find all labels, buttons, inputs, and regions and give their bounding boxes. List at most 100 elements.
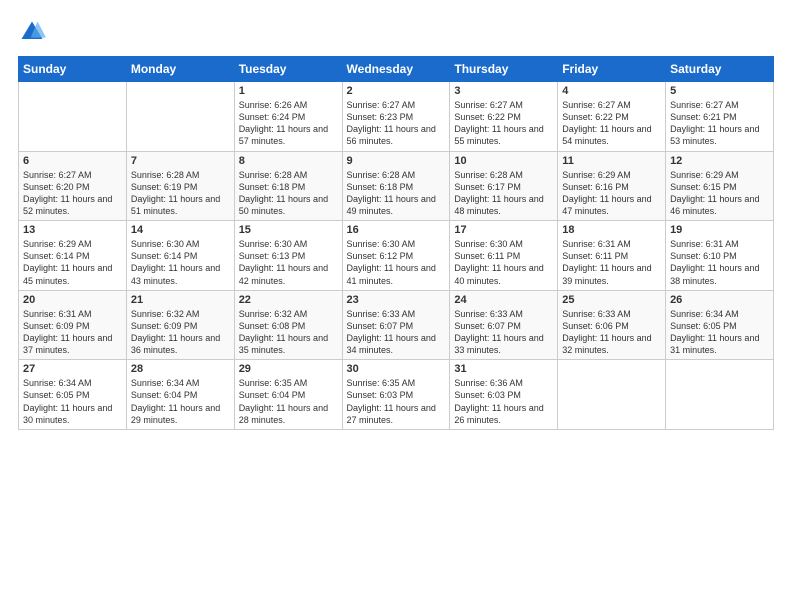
day-cell: 10Sunrise: 6:28 AMSunset: 6:17 PMDayligh… [450,151,558,221]
day-number: 1 [239,85,338,97]
day-info: Sunrise: 6:28 AMSunset: 6:18 PMDaylight:… [347,169,446,218]
day-cell: 29Sunrise: 6:35 AMSunset: 6:04 PMDayligh… [234,360,342,430]
day-info: Sunrise: 6:27 AMSunset: 6:20 PMDaylight:… [23,169,122,218]
day-cell: 22 Sunrise: 6:32 AMSunset: 6:08 PMDayligh… [234,290,342,360]
day-cell: 28Sunrise: 6:34 AMSunset: 6:04 PMDayligh… [126,360,234,430]
day-number: 18 [562,224,661,236]
day-cell [558,360,666,430]
day-cell [19,82,127,152]
col-header-saturday: Saturday [666,57,774,82]
day-number: 16 [347,224,446,236]
day-cell: 26Sunrise: 6:34 AMSunset: 6:05 PMDayligh… [666,290,774,360]
day-cell: 31 Sunrise: 6:36 AMSunset: 6:03 PMDayligh… [450,360,558,430]
col-header-tuesday: Tuesday [234,57,342,82]
day-info: Sunrise: 6:30 AMSunset: 6:14 PMDaylight:… [131,238,230,287]
week-row-5: 27 Sunrise: 6:34 AMSunset: 6:05 PMDayligh… [19,360,774,430]
day-number: 26 [670,294,769,306]
day-info: Sunrise: 6:29 AMSunset: 6:14 PMDaylight:… [23,238,122,287]
day-number: 20 [23,294,122,306]
day-number: 21 [131,294,230,306]
day-number: 5 [670,85,769,97]
col-header-thursday: Thursday [450,57,558,82]
day-number: 7 [131,155,230,167]
day-info: Sunrise: 6:29 AMSunset: 6:15 PMDaylight:… [670,169,769,218]
day-cell: 30 Sunrise: 6:35 AMSunset: 6:03 PMDayligh… [342,360,450,430]
day-cell: 20 Sunrise: 6:31 AMSunset: 6:09 PMDayligh… [19,290,127,360]
page: SundayMondayTuesdayWednesdayThursdayFrid… [0,0,792,612]
day-cell: 1 Sunrise: 6:26 AMSunset: 6:24 PMDaylight… [234,82,342,152]
day-number: 8 [239,155,338,167]
day-info: Sunrise: 6:34 AMSunset: 6:05 PMDaylight:… [23,377,122,426]
day-cell: 13 Sunrise: 6:29 AMSunset: 6:14 PMDayligh… [19,221,127,291]
calendar-header-row: SundayMondayTuesdayWednesdayThursdayFrid… [19,57,774,82]
day-number: 3 [454,85,553,97]
calendar-body: 1 Sunrise: 6:26 AMSunset: 6:24 PMDaylight… [19,82,774,430]
day-info: Sunrise: 6:33 AMSunset: 6:06 PMDaylight:… [562,308,661,357]
day-number: 2 [347,85,446,97]
day-cell: 3Sunrise: 6:27 AMSunset: 6:22 PMDaylight… [450,82,558,152]
header [18,18,774,46]
day-cell: 5 Sunrise: 6:27 AMSunset: 6:21 PMDaylight… [666,82,774,152]
day-number: 31 [454,363,553,375]
day-info: Sunrise: 6:28 AMSunset: 6:17 PMDaylight:… [454,169,553,218]
day-cell: 17 Sunrise: 6:30 AMSunset: 6:11 PMDayligh… [450,221,558,291]
day-info: Sunrise: 6:31 AMSunset: 6:09 PMDaylight:… [23,308,122,357]
day-number: 24 [454,294,553,306]
day-cell: 24 Sunrise: 6:33 AMSunset: 6:07 PMDayligh… [450,290,558,360]
day-cell: 4Sunrise: 6:27 AMSunset: 6:22 PMDaylight… [558,82,666,152]
day-number: 15 [239,224,338,236]
day-info: Sunrise: 6:31 AMSunset: 6:10 PMDaylight:… [670,238,769,287]
day-info: Sunrise: 6:33 AMSunset: 6:07 PMDaylight:… [454,308,553,357]
day-info: Sunrise: 6:30 AMSunset: 6:12 PMDaylight:… [347,238,446,287]
day-info: Sunrise: 6:36 AMSunset: 6:03 PMDaylight:… [454,377,553,426]
day-info: Sunrise: 6:35 AMSunset: 6:04 PMDaylight:… [239,377,338,426]
day-info: Sunrise: 6:27 AMSunset: 6:21 PMDaylight:… [670,99,769,148]
day-info: Sunrise: 6:29 AMSunset: 6:16 PMDaylight:… [562,169,661,218]
day-cell: 9 Sunrise: 6:28 AMSunset: 6:18 PMDaylight… [342,151,450,221]
day-info: Sunrise: 6:32 AMSunset: 6:09 PMDaylight:… [131,308,230,357]
logo-icon [18,18,46,46]
day-info: Sunrise: 6:35 AMSunset: 6:03 PMDaylight:… [347,377,446,426]
day-number: 30 [347,363,446,375]
day-info: Sunrise: 6:32 AMSunset: 6:08 PMDaylight:… [239,308,338,357]
day-number: 13 [23,224,122,236]
day-cell: 8 Sunrise: 6:28 AMSunset: 6:18 PMDaylight… [234,151,342,221]
day-info: Sunrise: 6:28 AMSunset: 6:18 PMDaylight:… [239,169,338,218]
day-cell: 11 Sunrise: 6:29 AMSunset: 6:16 PMDayligh… [558,151,666,221]
week-row-1: 1 Sunrise: 6:26 AMSunset: 6:24 PMDaylight… [19,82,774,152]
day-info: Sunrise: 6:26 AMSunset: 6:24 PMDaylight:… [239,99,338,148]
col-header-monday: Monday [126,57,234,82]
day-number: 22 [239,294,338,306]
day-cell: 27 Sunrise: 6:34 AMSunset: 6:05 PMDayligh… [19,360,127,430]
day-info: Sunrise: 6:27 AMSunset: 6:22 PMDaylight:… [562,99,661,148]
day-number: 27 [23,363,122,375]
day-number: 9 [347,155,446,167]
day-number: 17 [454,224,553,236]
day-info: Sunrise: 6:30 AMSunset: 6:13 PMDaylight:… [239,238,338,287]
week-row-2: 6 Sunrise: 6:27 AMSunset: 6:20 PMDaylight… [19,151,774,221]
day-cell [666,360,774,430]
day-number: 25 [562,294,661,306]
day-number: 23 [347,294,446,306]
week-row-4: 20 Sunrise: 6:31 AMSunset: 6:09 PMDayligh… [19,290,774,360]
day-info: Sunrise: 6:34 AMSunset: 6:04 PMDaylight:… [131,377,230,426]
day-cell: 12Sunrise: 6:29 AMSunset: 6:15 PMDayligh… [666,151,774,221]
day-cell: 18 Sunrise: 6:31 AMSunset: 6:11 PMDayligh… [558,221,666,291]
day-cell: 15 Sunrise: 6:30 AMSunset: 6:13 PMDayligh… [234,221,342,291]
day-number: 6 [23,155,122,167]
col-header-wednesday: Wednesday [342,57,450,82]
day-cell [126,82,234,152]
day-info: Sunrise: 6:31 AMSunset: 6:11 PMDaylight:… [562,238,661,287]
day-info: Sunrise: 6:27 AMSunset: 6:23 PMDaylight:… [347,99,446,148]
day-cell: 6 Sunrise: 6:27 AMSunset: 6:20 PMDaylight… [19,151,127,221]
day-number: 11 [562,155,661,167]
calendar-table: SundayMondayTuesdayWednesdayThursdayFrid… [18,56,774,430]
day-cell: 7 Sunrise: 6:28 AMSunset: 6:19 PMDaylight… [126,151,234,221]
day-cell: 23 Sunrise: 6:33 AMSunset: 6:07 PMDayligh… [342,290,450,360]
col-header-sunday: Sunday [19,57,127,82]
day-info: Sunrise: 6:33 AMSunset: 6:07 PMDaylight:… [347,308,446,357]
day-info: Sunrise: 6:28 AMSunset: 6:19 PMDaylight:… [131,169,230,218]
day-cell: 16 Sunrise: 6:30 AMSunset: 6:12 PMDayligh… [342,221,450,291]
day-info: Sunrise: 6:30 AMSunset: 6:11 PMDaylight:… [454,238,553,287]
week-row-3: 13 Sunrise: 6:29 AMSunset: 6:14 PMDayligh… [19,221,774,291]
